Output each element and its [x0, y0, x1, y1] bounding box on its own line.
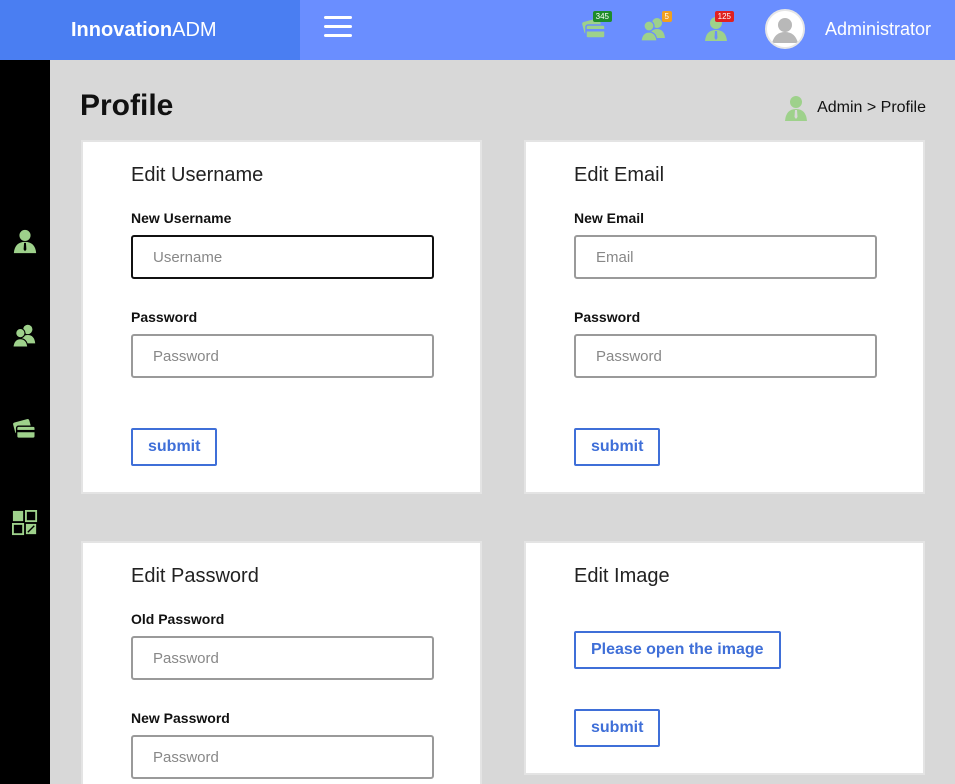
default-avatar-icon — [767, 11, 803, 47]
old-password-input[interactable] — [131, 636, 434, 680]
edit-username-card: Edit Username New Username Password subm… — [81, 140, 482, 494]
notification-badge: 345 — [592, 11, 612, 22]
submit-button[interactable]: submit — [131, 428, 218, 466]
menu-toggle-icon[interactable] — [324, 16, 352, 42]
notification-user[interactable]: 125 — [702, 11, 734, 44]
new-email-label: New Email — [574, 210, 645, 226]
submit-button[interactable]: submit — [574, 709, 661, 747]
notification-badge: 5 — [661, 11, 672, 22]
brand-bold: Innovation — [71, 19, 173, 41]
password-input[interactable] — [131, 334, 434, 378]
notification-users[interactable]: 5 — [640, 11, 672, 44]
brand-rest: ADM — [172, 19, 217, 41]
card-title: Edit Image — [574, 565, 670, 587]
user-name[interactable]: Administrator — [825, 0, 931, 58]
new-password-label: New Password — [131, 710, 230, 726]
submit-button[interactable]: submit — [574, 428, 661, 466]
users-icon[interactable] — [12, 322, 38, 348]
edit-email-card: Edit Email New Email Password submit — [524, 140, 925, 494]
page-title: Profile — [80, 89, 174, 122]
password-label: Password — [131, 309, 198, 325]
top-bar: InnovationADM 345 5 125 Administrator — [0, 0, 955, 60]
avatar[interactable] — [765, 9, 805, 49]
new-username-label: New Username — [131, 210, 232, 226]
brand-logo[interactable]: InnovationADM — [0, 0, 300, 60]
card-title: Edit Email — [574, 164, 665, 186]
old-password-label: Old Password — [131, 611, 225, 627]
breadcrumb-text[interactable]: Admin > Profile — [817, 99, 926, 117]
sidebar — [0, 60, 50, 784]
edit-password-card: Edit Password Old Password New Password — [81, 541, 482, 784]
user-icon — [785, 96, 808, 121]
breadcrumb: Admin > Profile — [785, 95, 926, 121]
open-image-button[interactable]: Please open the image — [574, 631, 781, 669]
card-title: Edit Password — [131, 565, 259, 587]
card-title: Edit Username — [131, 164, 264, 186]
new-password-input[interactable] — [131, 735, 434, 779]
notification-badge: 125 — [714, 11, 734, 22]
password-label: Password — [574, 309, 641, 325]
dashboard-icon[interactable] — [12, 510, 38, 536]
password-input[interactable] — [574, 334, 877, 378]
edit-image-card: Edit Image Please open the image submit — [524, 541, 925, 775]
card-icon[interactable] — [12, 416, 38, 442]
user-icon[interactable] — [12, 228, 38, 254]
new-username-input[interactable] — [131, 235, 434, 279]
notification-cards[interactable]: 345 — [580, 11, 612, 44]
new-email-input[interactable] — [574, 235, 877, 279]
